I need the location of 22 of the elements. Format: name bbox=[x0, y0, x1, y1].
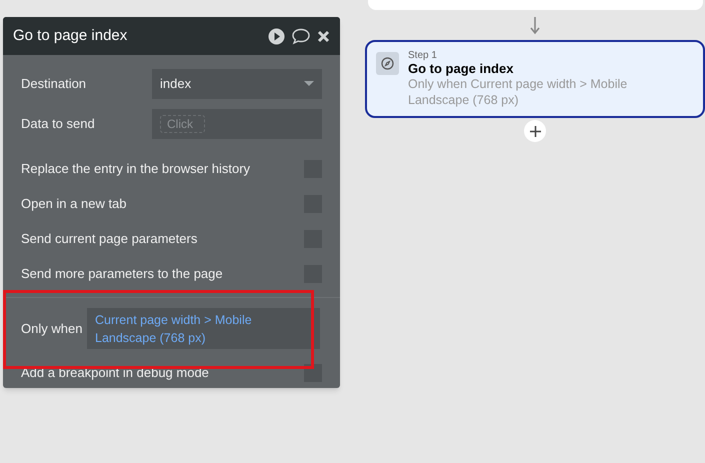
data-to-send-label: Data to send bbox=[21, 115, 96, 134]
destination-dropdown[interactable]: index bbox=[152, 69, 322, 99]
step-title: Go to page index bbox=[408, 61, 514, 76]
play-icon[interactable] bbox=[268, 28, 285, 44]
step-card[interactable]: Step 1 Go to page index Only when Current page width > Mobile Landscape (768 px) bbox=[365, 40, 705, 118]
down-arrow-icon bbox=[530, 17, 540, 35]
only-when-label: Only when bbox=[21, 320, 84, 338]
option-label: Send more parameters to the page bbox=[21, 264, 223, 283]
step-condition: Only when Current page width > Mobile Landscape (768 px) bbox=[408, 76, 628, 108]
option-label: Open in a new tab bbox=[21, 194, 127, 213]
add-step-button[interactable] bbox=[524, 120, 546, 142]
dropdown-caret-icon bbox=[304, 81, 314, 87]
destination-label: Destination bbox=[21, 75, 88, 94]
option-label: Send current page parameters bbox=[21, 230, 198, 248]
close-icon[interactable] bbox=[317, 30, 330, 42]
compass-icon bbox=[381, 57, 394, 70]
comment-icon[interactable] bbox=[291, 28, 311, 44]
option-label: Replace the entry in the browser history bbox=[21, 160, 250, 178]
panel-title: Go to page index bbox=[13, 26, 128, 46]
plus-icon bbox=[530, 126, 540, 136]
step-number: Step 1 bbox=[408, 50, 438, 61]
data-to-send-field[interactable]: Click bbox=[160, 115, 205, 133]
